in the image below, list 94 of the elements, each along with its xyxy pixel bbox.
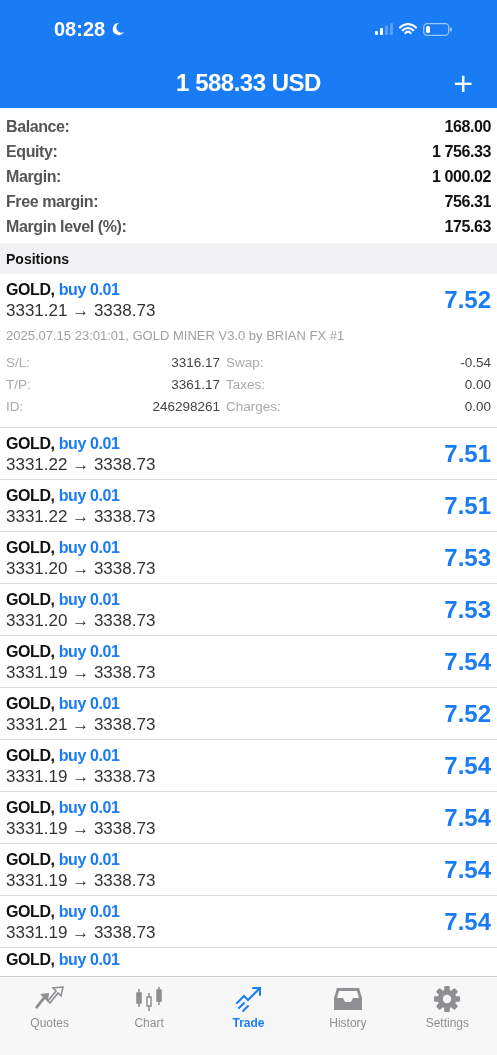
position-side: buy 0.01: [58, 798, 120, 817]
position-row[interactable]: GOLD, buy 0.01 3331.19 → 3338.73 7.54: [0, 792, 497, 844]
position-prices: 3331.19 → 3338.73: [6, 870, 157, 891]
position-row[interactable]: GOLD, buy 0.01 3331.21 → 3338.73 7.52 2025.07.15 23:01:01, GOLD MINER V3.0 by BRIAN FX #1 S/L: 3316.17 Swap: -0.54 T/P: 3361.17 Taxes: 0.00 ID: 246298261 Charges: 0.00: [0, 274, 497, 428]
position-side: buy 0.01: [58, 850, 120, 869]
section-title: Positions: [6, 250, 69, 267]
position-symbol: GOLD,: [6, 694, 55, 713]
position-profit: 7.51: [444, 439, 491, 468]
position-prices: 3331.22 → 3338.73: [6, 454, 157, 475]
detail-label: Swap:: [226, 354, 265, 370]
position-side: buy 0.01: [58, 590, 120, 609]
position-symbol: GOLD,: [6, 486, 55, 505]
detail-label: Charges:: [226, 398, 282, 414]
summary-label: Margin:: [6, 167, 61, 186]
detail-value: 3361.17: [170, 376, 221, 392]
summary-label: Equity:: [6, 142, 58, 161]
position-prices: 3331.21 → 3338.73: [6, 714, 157, 735]
trend-arrow-icon: [233, 985, 264, 1013]
position-prices: 3331.19 → 3338.73: [6, 818, 157, 839]
position-profit: 7.54: [444, 647, 491, 676]
detail-value: -0.54: [459, 354, 491, 370]
position-side: buy 0.01: [58, 642, 120, 661]
position-symbol: GOLD,: [6, 798, 55, 817]
detail-label: ID:: [6, 398, 25, 414]
position-profit: 7.54: [444, 855, 491, 884]
position-symbol: GOLD,: [6, 746, 55, 765]
inbox-tray-icon: [332, 985, 363, 1013]
position-symbol: GOLD,: [6, 280, 55, 299]
position-row[interactable]: GOLD, buy 0.01 3331.20 → 3338.73 7.53: [0, 532, 497, 584]
summary-value: 1 756.33: [431, 142, 491, 161]
position-side: buy 0.01: [58, 951, 120, 969]
position-row[interactable]: GOLD, buy 0.01 3331.19 → 3338.73 7.54: [0, 844, 497, 896]
position-symbol: GOLD,: [6, 951, 55, 969]
position-side: buy 0.01: [58, 280, 120, 299]
position-row[interactable]: GOLD, buy 0.01 3331.19 → 3338.73 7.54: [0, 896, 497, 948]
settings-icon: [433, 985, 462, 1013]
position-row[interactable]: GOLD, buy 0.01 3331.20 → 3338.73 7.53: [0, 584, 497, 636]
position-side: buy 0.01: [58, 434, 120, 453]
position-comment: 2025.07.15 23:01:01, GOLD MINER V3.0 by BRIAN FX #1: [6, 327, 346, 345]
account-balance-title: 1 588.33 USD: [176, 69, 321, 97]
position-symbol: GOLD,: [6, 434, 55, 453]
position-row[interactable]: GOLD, buy 0.01 3331.21 → 3338.73 7.52: [0, 688, 497, 740]
position-side: buy 0.01: [58, 746, 120, 765]
position-prices: 3331.20 → 3338.73: [6, 610, 157, 631]
detail-label: Taxes:: [226, 376, 267, 392]
detail-value: 0.00: [463, 398, 491, 414]
status-time: 08:28: [54, 17, 106, 41]
position-prices: 3331.20 → 3338.73: [6, 558, 157, 579]
position-profit: 7.54: [444, 751, 491, 780]
position-symbol: GOLD,: [6, 538, 55, 557]
summary-label: Balance:: [6, 117, 70, 136]
position-profit: 7.52: [444, 699, 491, 728]
position-symbol: GOLD,: [6, 850, 55, 869]
detail-value: 0.00: [463, 376, 491, 392]
candlestick-icon: [134, 985, 165, 1013]
position-profit: 7.53: [444, 543, 491, 572]
position-side: buy 0.01: [58, 694, 120, 713]
summary-value: 1 000.02: [431, 167, 491, 186]
summary-value: 756.31: [444, 192, 491, 211]
position-prices: 3331.19 → 3338.73: [6, 662, 157, 683]
add-button[interactable]: +: [449, 64, 477, 102]
signal-icon: [375, 23, 393, 35]
position-row[interactable]: GOLD, buy 0.01 3331.19 → 3338.73 7.54: [0, 740, 497, 792]
summary-label: Free margin:: [6, 192, 99, 211]
position-prices: 3331.22 → 3338.73: [6, 506, 157, 527]
position-side: buy 0.01: [58, 902, 120, 921]
position-prices: 3331.21 → 3338.73: [6, 300, 157, 321]
wifi-icon: [399, 22, 417, 36]
position-symbol: GOLD,: [6, 902, 55, 921]
detail-label: T/P:: [6, 376, 32, 392]
summary-label: Margin level (%):: [6, 217, 127, 236]
position-symbol: GOLD,: [6, 590, 55, 609]
position-profit: 7.54: [444, 803, 491, 832]
position-side: buy 0.01: [58, 486, 120, 505]
position-prices: 3331.19 → 3338.73: [6, 922, 157, 943]
moon-icon: [111, 22, 126, 36]
position-row[interactable]: GOLD, buy 0.01: [0, 948, 497, 972]
position-row[interactable]: GOLD, buy 0.01 3331.19 → 3338.73 7.54: [0, 636, 497, 688]
position-profit: 7.51: [444, 491, 491, 520]
summary-value: 175.63: [444, 217, 491, 236]
battery-icon: [423, 22, 453, 36]
detail-value: 246298261: [151, 398, 221, 414]
position-profit: 7.54: [444, 907, 491, 936]
detail-value: 3316.17: [170, 354, 221, 370]
position-profit: 7.52: [444, 285, 491, 314]
detail-label: S/L:: [6, 354, 31, 370]
position-symbol: GOLD,: [6, 642, 55, 661]
summary-value: 168.00: [444, 117, 491, 136]
position-row[interactable]: GOLD, buy 0.01 3331.22 → 3338.73 7.51: [0, 428, 497, 480]
position-profit: 7.53: [444, 595, 491, 624]
position-prices: 3331.19 → 3338.73: [6, 766, 157, 787]
position-side: buy 0.01: [58, 538, 120, 557]
tab[interactable]: Trade: [198, 983, 299, 1032]
position-row[interactable]: GOLD, buy 0.01 3331.22 → 3338.73 7.51: [0, 480, 497, 532]
